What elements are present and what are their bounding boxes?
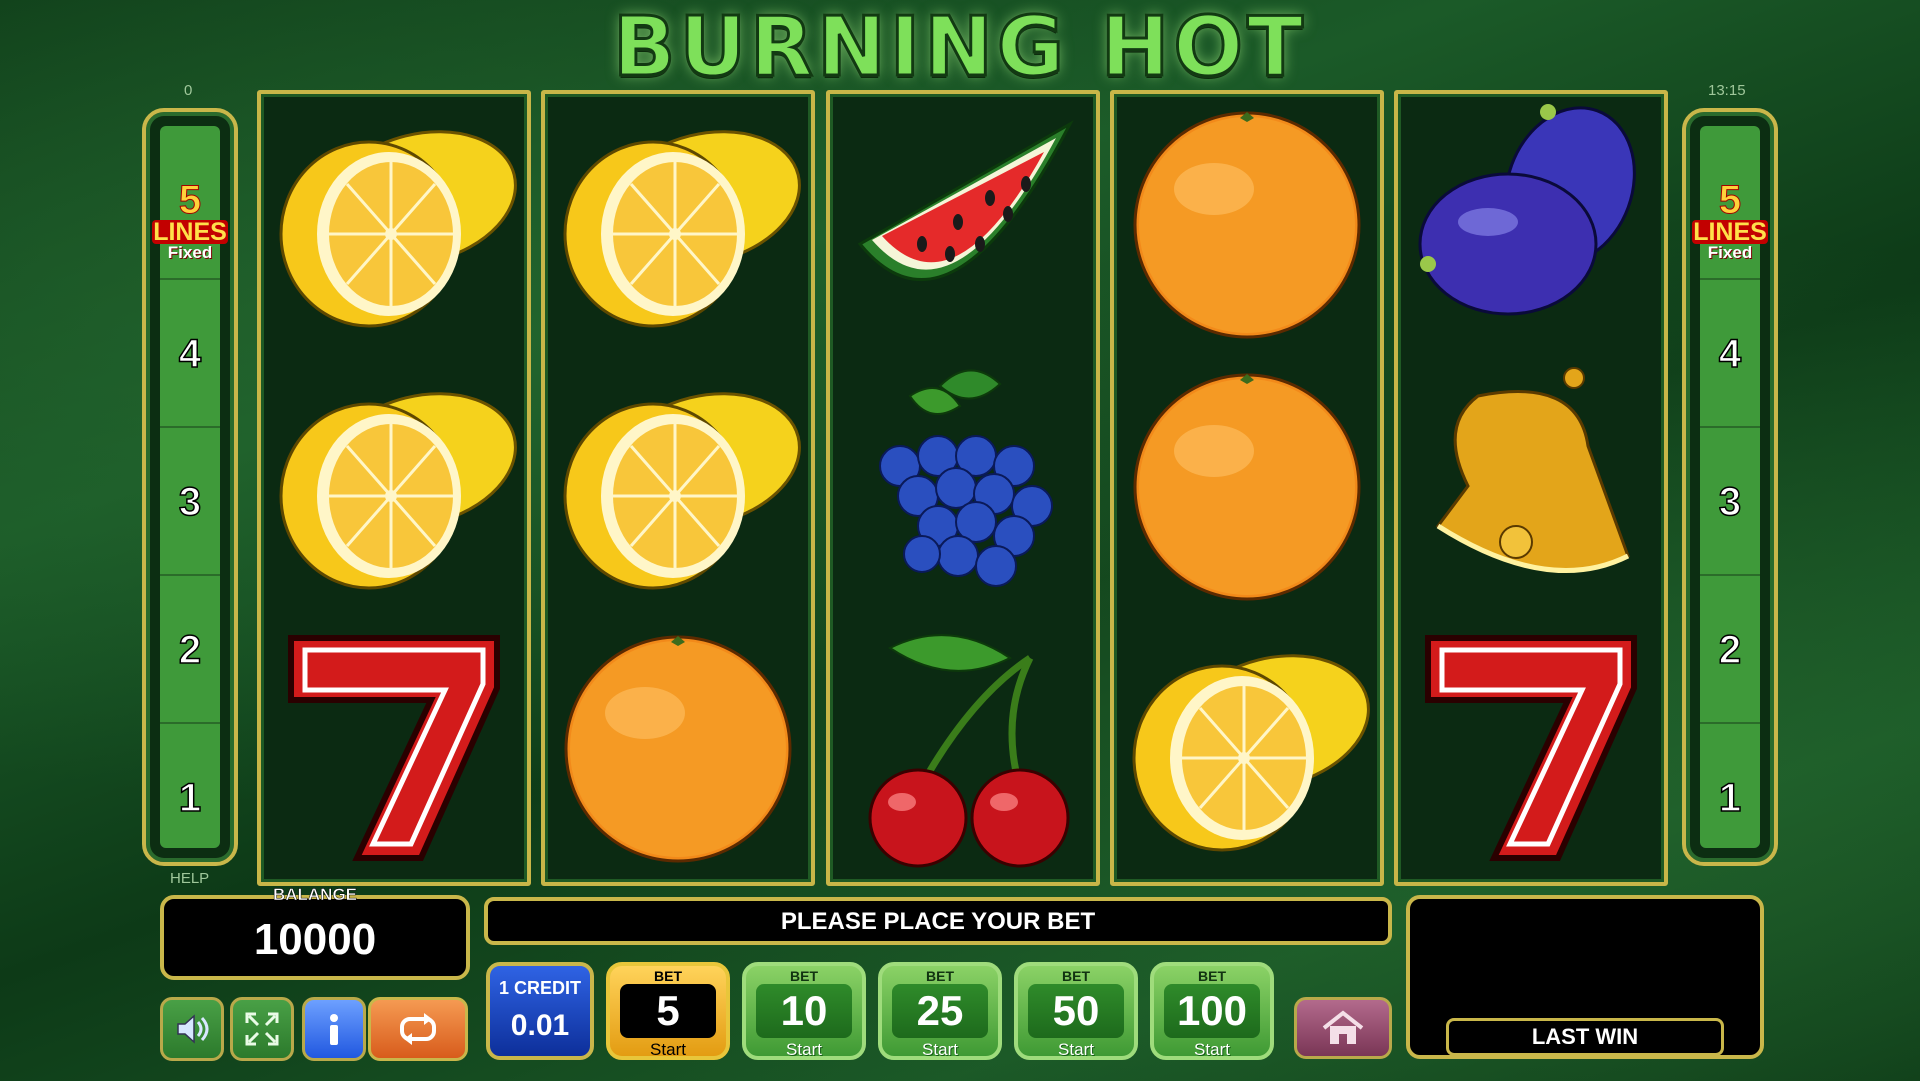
- credit-button[interactable]: 1 CREDIT 0.01: [486, 962, 594, 1060]
- orange-icon: [1133, 111, 1361, 339]
- orange-icon: [564, 635, 792, 863]
- reel-3: [826, 90, 1100, 886]
- info-icon: [330, 1014, 338, 1045]
- autoplay-icon: [400, 1013, 436, 1045]
- home-icon: [1322, 1010, 1364, 1044]
- orange-symbol: [545, 618, 811, 880]
- line-number-4: 4: [160, 278, 220, 428]
- reel-5: [1394, 90, 1668, 886]
- lines-label: LINES: [152, 218, 228, 246]
- line-number-3: 3: [1700, 426, 1760, 576]
- lemon-icon: [563, 392, 801, 590]
- line-number-4: 4: [1700, 278, 1760, 428]
- bet-start-label: Start: [786, 1040, 822, 1059]
- lemon-symbol: [545, 94, 811, 356]
- bet-start-label: Start: [922, 1040, 958, 1059]
- grapes-symbol: [830, 356, 1096, 618]
- bet-value: 50: [1028, 984, 1124, 1038]
- sound-button[interactable]: [160, 997, 224, 1061]
- reel-2: [541, 90, 815, 886]
- bet-value: 100: [1164, 984, 1260, 1038]
- bet-button-25[interactable]: BET 25 Start: [878, 962, 1002, 1060]
- bet-value: 10: [756, 984, 852, 1038]
- info-button[interactable]: [302, 997, 366, 1061]
- lemon-icon: [279, 392, 517, 590]
- watermelon-icon: [857, 120, 1074, 282]
- bet-start-label: Start: [650, 1040, 686, 1059]
- bet-start-label: Start: [1058, 1040, 1094, 1059]
- line-number-3: 3: [160, 426, 220, 576]
- lemon-icon: [1132, 654, 1370, 852]
- lines-badge: 5 LINES Fixed: [1692, 180, 1768, 262]
- game-title: BURNING HOT: [611, 0, 1308, 97]
- lines-fixed-label: Fixed: [1707, 243, 1753, 262]
- orange-icon: [1133, 373, 1361, 601]
- lemon-symbol: [1114, 618, 1380, 880]
- balance-label: BALANGE: [272, 885, 358, 905]
- bet-value: 25: [892, 984, 988, 1038]
- bet-label: BET: [1198, 968, 1226, 984]
- left-counter: 0: [184, 82, 193, 99]
- bell-symbol: [1398, 356, 1664, 618]
- clock: 13:15: [1708, 82, 1746, 99]
- seven-symbol: [261, 618, 527, 880]
- balance-value: 10000: [253, 915, 377, 964]
- lines-label: LINES: [1692, 218, 1768, 246]
- orange-symbol: [1114, 94, 1380, 356]
- bet-label: BET: [790, 968, 818, 984]
- lines-panel-left: 5 LINES Fixed 4 3 2 1: [142, 108, 238, 866]
- last-win-label: LAST WIN: [1446, 1018, 1724, 1056]
- orange-symbol: [1114, 356, 1380, 618]
- message-text: PLEASE PLACE YOUR BET: [780, 908, 1096, 935]
- watermelon-symbol: [830, 94, 1096, 356]
- seven-symbol: [1398, 618, 1664, 880]
- grapes-icon: [879, 369, 1053, 587]
- bet-start-label: Start: [1194, 1040, 1230, 1059]
- bet-button-100[interactable]: BET 100 Start: [1150, 962, 1274, 1060]
- autoplay-button[interactable]: [368, 997, 468, 1061]
- lemon-icon: [563, 130, 801, 328]
- lines-count: 5: [178, 178, 202, 222]
- lemon-icon: [279, 130, 517, 328]
- credit-label: 1 CREDIT: [498, 978, 581, 998]
- bet-value: 5: [620, 984, 716, 1038]
- bet-button-5[interactable]: BET 5 Start: [606, 962, 730, 1060]
- cherry-symbol: [830, 618, 1096, 880]
- home-button[interactable]: [1294, 997, 1392, 1059]
- seven-icon: [1425, 635, 1637, 861]
- bell-icon: [1435, 367, 1630, 573]
- line-number-1: 1: [160, 722, 220, 872]
- lines-badge: 5 LINES Fixed: [152, 180, 228, 262]
- lines-panel-right: 5 LINES Fixed 4 3 2 1: [1682, 108, 1778, 866]
- lemon-symbol: [261, 356, 527, 618]
- credit-value: 0.01: [510, 1009, 570, 1042]
- reel-4: [1110, 90, 1384, 886]
- lines-fixed-label: Fixed: [167, 243, 213, 262]
- bet-label: BET: [654, 968, 682, 984]
- bet-button-50[interactable]: BET 50 Start: [1014, 962, 1138, 1060]
- lemon-symbol: [545, 356, 811, 618]
- plum-icon: [1418, 104, 1636, 316]
- speaker-icon: [177, 1014, 209, 1044]
- fullscreen-button[interactable]: [230, 997, 294, 1061]
- bet-label: BET: [926, 968, 954, 984]
- fullscreen-icon: [245, 1012, 279, 1046]
- reel-1: [257, 90, 531, 886]
- lemon-symbol: [261, 94, 527, 356]
- bet-label: BET: [1062, 968, 1090, 984]
- plum-symbol: [1398, 94, 1664, 356]
- seven-icon: [288, 635, 500, 861]
- line-number-2: 2: [160, 574, 220, 724]
- line-number-2: 2: [1700, 574, 1760, 724]
- line-number-1: 1: [1700, 722, 1760, 872]
- cherry-icon: [868, 634, 1070, 868]
- lines-count: 5: [1718, 178, 1742, 222]
- bet-button-10[interactable]: BET 10 Start: [742, 962, 866, 1060]
